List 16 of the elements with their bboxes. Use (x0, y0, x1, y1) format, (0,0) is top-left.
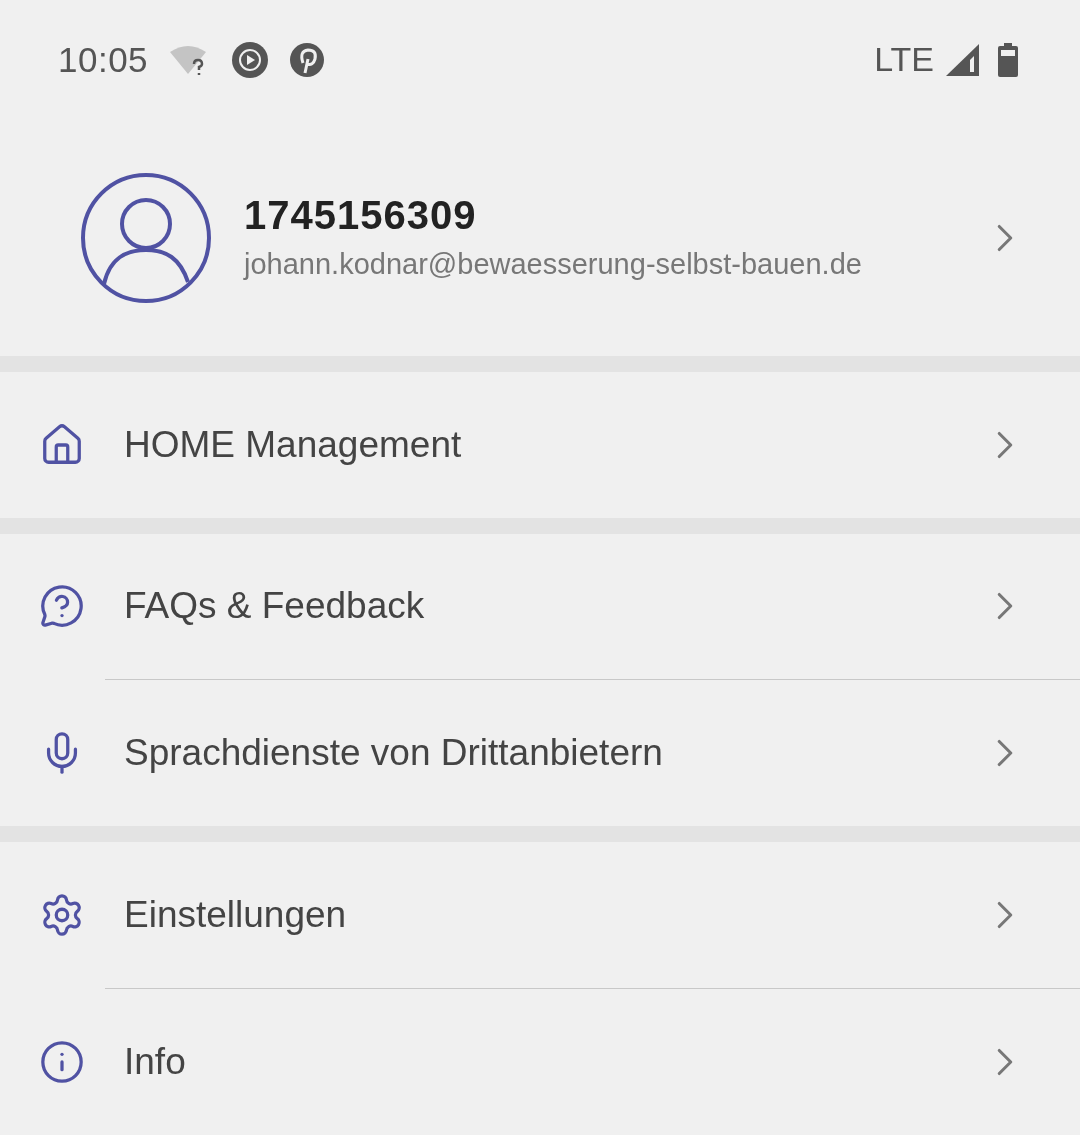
clock-time: 10:05 (58, 39, 149, 80)
menu-item[interactable]: Sprachdienste von Drittanbietern (0, 680, 1080, 827)
network-type: LTE (874, 40, 934, 80)
faq-icon (39, 583, 85, 630)
menu-item[interactable]: Einstellungen (0, 842, 1080, 989)
info-icon (39, 1039, 85, 1086)
play-icon (232, 41, 269, 78)
account-email: johann.kodnar@bewaesserung-selbst-bauen.de (244, 247, 863, 281)
account-id: 1745156309 (244, 192, 478, 238)
battery-icon (998, 42, 1018, 77)
menu-item[interactable]: HOME Management (0, 371, 1080, 518)
menu-item[interactable]: Info (0, 989, 1080, 1135)
profile-card[interactable]: 1745156309 johann.kodnar@bewaesserung-selbst-bauen.de (0, 119, 1080, 356)
menu-item[interactable]: FAQs & Feedback (0, 533, 1080, 680)
avatar-icon (80, 171, 212, 304)
signal-icon (946, 43, 980, 76)
